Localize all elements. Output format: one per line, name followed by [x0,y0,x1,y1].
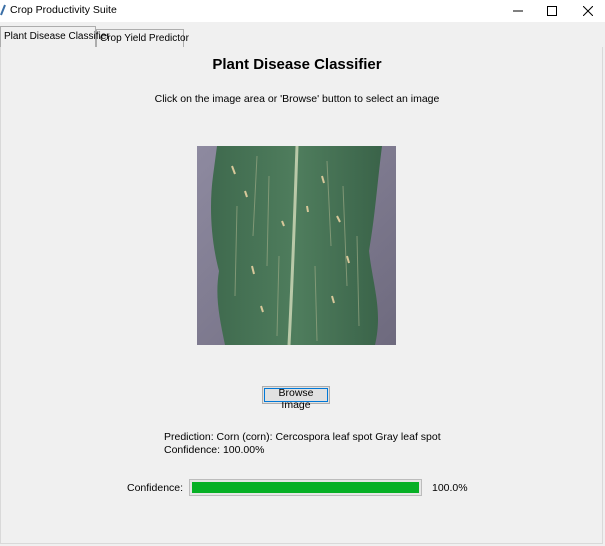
instruction-text: Click on the image area or 'Browse' butt… [154,93,440,105]
close-icon [583,6,593,16]
prediction-text: Prediction: Corn (corn): Cercospora leaf… [164,431,441,443]
image-drop-area[interactable] [197,146,396,345]
minimize-button[interactable] [500,0,536,22]
window-title: Crop Productivity Suite [10,4,117,16]
app-icon [0,4,6,16]
confidence-label: Confidence: [127,482,184,494]
minimize-icon [513,10,523,12]
confidence-progress-fill [192,482,419,493]
tab-bar: Plant Disease Classifier Crop Yield Pred… [0,26,605,47]
maximize-button[interactable] [534,0,570,22]
confidence-progress-bar [189,479,422,496]
confidence-text: Confidence: 100.00% [164,444,265,456]
prediction-result: Prediction: Corn (corn): Cercospora leaf… [164,431,441,457]
page-title: Plant Disease Classifier [212,56,382,73]
leaf-image [197,146,396,345]
tab-plant-disease-classifier[interactable]: Plant Disease Classifier [0,26,110,47]
browse-image-button[interactable]: Browse Image [262,386,330,411]
close-button[interactable] [570,0,605,22]
maximize-icon [547,6,557,16]
title-bar[interactable]: Crop Productivity Suite [0,0,605,22]
confidence-value: 100.0% [432,482,468,494]
app-window: Crop Productivity Suite Plant Disease Cl… [0,0,605,546]
